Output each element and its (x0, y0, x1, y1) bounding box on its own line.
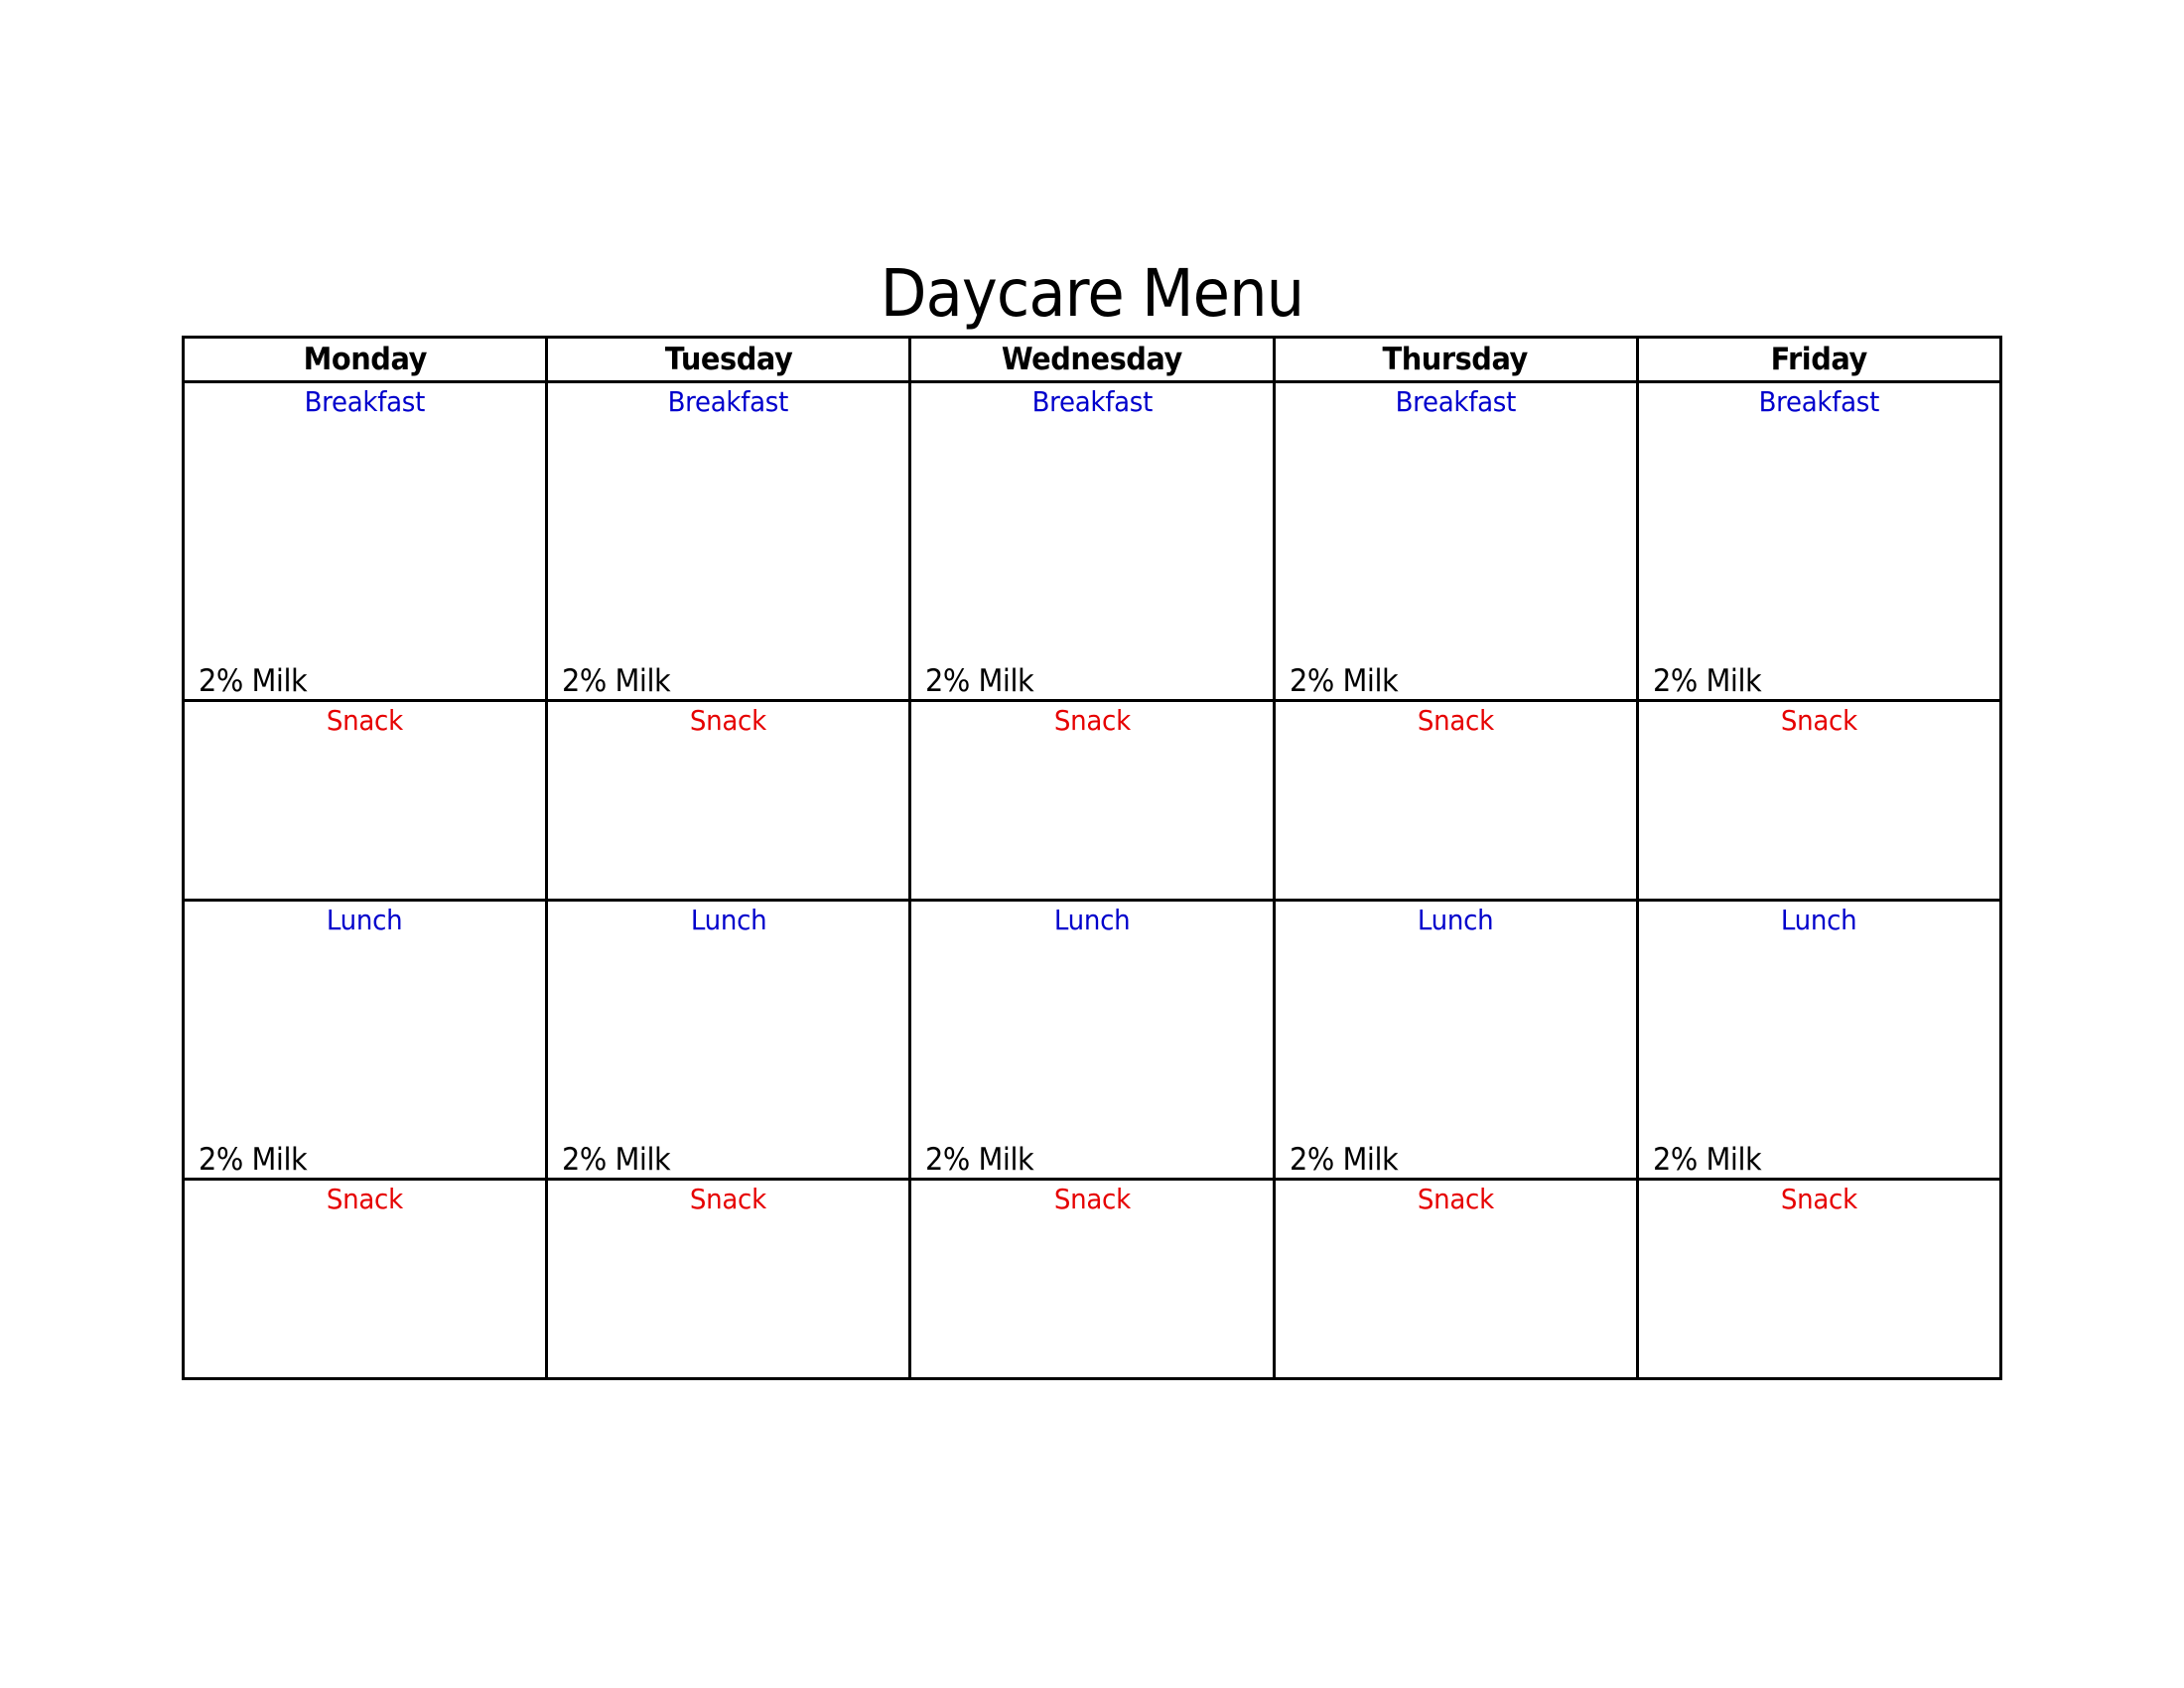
milk-note: 2% Milk (562, 663, 671, 699)
menu-cell[interactable]: Snack (1272, 699, 1639, 902)
header-row: Monday Tuesday Wednesday Thursday Friday (181, 336, 2003, 383)
meal-label: Lunch (1417, 904, 1494, 936)
menu-cell[interactable]: Breakfast 2% Milk (1635, 380, 2003, 702)
day-label: Thursday (1382, 342, 1529, 377)
menu-table: Monday Tuesday Wednesday Thursday Friday… (181, 336, 2003, 1380)
menu-cell[interactable]: Lunch 2% Milk (1272, 899, 1639, 1181)
day-header-wednesday: Wednesday (908, 336, 1276, 383)
milk-note: 2% Milk (1289, 663, 1399, 699)
menu-cell[interactable]: Lunch 2% Milk (908, 899, 1276, 1181)
meal-label: Snack (690, 704, 767, 737)
morning-snack-row: Snack Snack Snack Snack Snack (181, 699, 2003, 902)
meal-label: Breakfast (304, 385, 426, 418)
meal-label: Snack (327, 1183, 404, 1215)
meal-label: Snack (690, 1183, 767, 1215)
menu-cell[interactable]: Lunch 2% Milk (1635, 899, 2003, 1181)
menu-cell[interactable]: Breakfast 2% Milk (1272, 380, 1639, 702)
milk-note: 2% Milk (1289, 1142, 1399, 1178)
meal-label: Breakfast (1395, 385, 1516, 418)
day-label: Tuesday (664, 342, 793, 377)
milk-note: 2% Milk (199, 663, 308, 699)
menu-cell[interactable]: Snack (908, 1178, 1276, 1380)
meal-label: Breakfast (668, 385, 789, 418)
day-header-friday: Friday (1635, 336, 2003, 383)
menu-cell[interactable]: Snack (1635, 1178, 2003, 1380)
day-header-thursday: Thursday (1272, 336, 1639, 383)
day-header-monday: Monday (181, 336, 549, 383)
day-label: Friday (1770, 342, 1868, 377)
meal-label: Snack (1780, 1183, 1857, 1215)
meal-label: Snack (1053, 704, 1131, 737)
meal-label: Lunch (1053, 904, 1131, 936)
meal-label: Snack (327, 704, 404, 737)
menu-cell[interactable]: Snack (545, 699, 912, 902)
milk-note: 2% Milk (1652, 663, 1762, 699)
meal-label: Lunch (690, 904, 767, 936)
menu-cell[interactable]: Lunch 2% Milk (181, 899, 549, 1181)
day-label: Monday (303, 342, 427, 377)
afternoon-snack-row: Snack Snack Snack Snack Snack (181, 1178, 2003, 1380)
milk-note: 2% Milk (1652, 1142, 1762, 1178)
menu-cell[interactable]: Snack (908, 699, 1276, 902)
meal-label: Lunch (1781, 904, 1857, 936)
meal-label: Breakfast (1031, 385, 1153, 418)
breakfast-row: Breakfast 2% Milk Breakfast 2% Milk Breakf… (181, 380, 2003, 702)
milk-note: 2% Milk (562, 1142, 671, 1178)
menu-cell[interactable]: Breakfast 2% Milk (545, 380, 912, 702)
menu-cell[interactable]: Snack (181, 1178, 549, 1380)
menu-cell[interactable]: Snack (1272, 1178, 1639, 1380)
meal-label: Lunch (327, 904, 403, 936)
lunch-row: Lunch 2% Milk Lunch 2% Milk Lunch 2% Milk L… (181, 899, 2003, 1181)
day-label: Wednesday (1001, 342, 1182, 377)
meal-label: Snack (1417, 1183, 1494, 1215)
page-title: Daycare Menu (880, 255, 1304, 332)
meal-label: Snack (1780, 704, 1857, 737)
milk-note: 2% Milk (925, 663, 1034, 699)
menu-cell[interactable]: Breakfast 2% Milk (908, 380, 1276, 702)
milk-note: 2% Milk (199, 1142, 308, 1178)
menu-cell[interactable]: Snack (181, 699, 549, 902)
meal-label: Breakfast (1758, 385, 1880, 418)
meal-label: Snack (1417, 704, 1494, 737)
menu-cell[interactable]: Snack (1635, 699, 2003, 902)
menu-cell[interactable]: Breakfast 2% Milk (181, 380, 549, 702)
menu-cell[interactable]: Lunch 2% Milk (545, 899, 912, 1181)
menu-cell[interactable]: Snack (545, 1178, 912, 1380)
meal-label: Snack (1053, 1183, 1131, 1215)
day-header-tuesday: Tuesday (545, 336, 912, 383)
milk-note: 2% Milk (925, 1142, 1034, 1178)
